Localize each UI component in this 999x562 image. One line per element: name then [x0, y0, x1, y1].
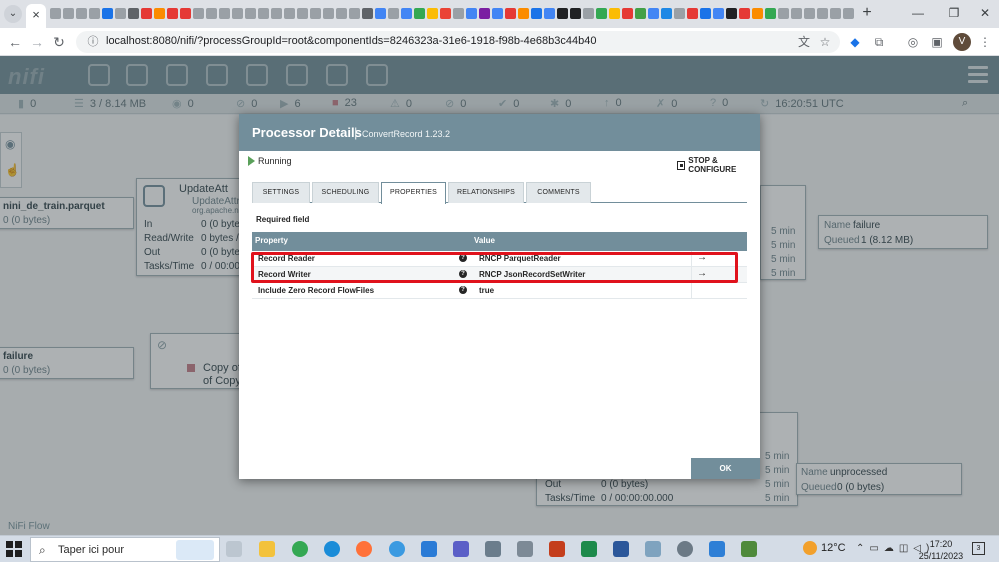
- taskbar-clock[interactable]: 17:20 25/11/2023: [918, 538, 964, 562]
- side-panel-icon[interactable]: ▣: [928, 33, 946, 51]
- tab-settings[interactable]: SETTINGS: [252, 182, 310, 203]
- tab-favicons[interactable]: [50, 6, 880, 22]
- word-icon[interactable]: [613, 541, 629, 557]
- reload-icon[interactable]: ↻: [50, 33, 68, 51]
- teams-icon[interactable]: [453, 541, 469, 557]
- tab-search-button[interactable]: ⌄: [4, 5, 22, 23]
- camera-icon[interactable]: [517, 541, 533, 557]
- windows-start-icon[interactable]: [6, 541, 22, 557]
- running-play-icon: [248, 156, 255, 166]
- back-arrow-icon[interactable]: ←: [6, 33, 24, 51]
- forward-arrow-icon[interactable]: →: [28, 33, 46, 51]
- annotation-highlight-box: [251, 252, 738, 283]
- translate-icon[interactable]: 文: [795, 33, 813, 51]
- task-view-icon[interactable]: [226, 541, 242, 557]
- help-icon[interactable]: ?: [459, 286, 467, 294]
- app-icon[interactable]: [709, 541, 725, 557]
- column-property: Property: [255, 236, 288, 245]
- tab-relationships[interactable]: RELATIONSHIPS: [448, 182, 524, 203]
- clock-date: 25/11/2023: [918, 551, 964, 561]
- weather-widget[interactable]: 12°C: [803, 541, 846, 555]
- dialog-subtitle: ConvertRecord 1.23.2: [362, 129, 451, 139]
- window-close-icon[interactable]: ✕: [975, 4, 995, 22]
- tab-comments[interactable]: COMMENTS: [526, 182, 591, 203]
- stop-configure-label: STOP & CONFIGURE: [688, 156, 737, 174]
- clock-time: 17:20: [929, 539, 953, 549]
- breadcrumb-nifi-flow[interactable]: NiFi Flow: [8, 521, 50, 532]
- window-minimize-icon[interactable]: —: [908, 4, 928, 22]
- bookmark-star-icon[interactable]: ☆: [816, 33, 834, 51]
- taskbar-search-box[interactable]: ⌕ Taper ici pour: [30, 537, 220, 562]
- media-icon[interactable]: ◎: [904, 33, 922, 51]
- app-icon[interactable]: [741, 541, 757, 557]
- site-info-icon[interactable]: ⓘ: [86, 35, 100, 49]
- stop-icon: [677, 160, 686, 170]
- chrome-icon[interactable]: [292, 541, 308, 557]
- title-separator: |: [354, 125, 358, 140]
- dialog-title: Processor Details: [252, 125, 362, 140]
- file-explorer-icon[interactable]: [259, 541, 275, 557]
- edge-icon[interactable]: [324, 541, 340, 557]
- extension-icon[interactable]: ◆: [846, 33, 864, 51]
- tab-properties[interactable]: PROPERTIES: [381, 182, 446, 204]
- processor-details-dialog: Processor Details | ConvertRecord 1.23.2…: [239, 114, 760, 479]
- column-divider: [691, 283, 692, 299]
- dialog-tabs: SETTINGS SCHEDULING PROPERTIES RELATIONS…: [252, 182, 747, 204]
- search-placeholder: Taper ici pour: [58, 544, 125, 556]
- browser-tab-strip: ⌄ × + — ❐ ✕: [0, 0, 999, 28]
- required-field-note: Required field: [256, 215, 310, 224]
- app-icon[interactable]: [389, 541, 405, 557]
- calculator-icon[interactable]: [485, 541, 501, 557]
- vscode-icon[interactable]: [421, 541, 437, 557]
- settings-icon[interactable]: [677, 541, 693, 557]
- project-icon[interactable]: [581, 541, 597, 557]
- stop-configure-button[interactable]: STOP & CONFIGURE: [677, 156, 760, 174]
- search-highlight-icon: [176, 540, 214, 560]
- temperature: 12°C: [821, 542, 846, 554]
- app-icon[interactable]: [645, 541, 661, 557]
- dialog-header: Processor Details | ConvertRecord 1.23.2: [239, 114, 760, 151]
- ok-button[interactable]: OK: [691, 458, 760, 479]
- search-icon: ⌕: [39, 543, 46, 557]
- new-tab-button[interactable]: +: [858, 4, 876, 22]
- powerpoint-icon[interactable]: [549, 541, 565, 557]
- windows-taskbar: ⌕ Taper ici pour 12°C ⌃▭☁◫◁) 17:20 25/11…: [0, 535, 999, 562]
- table-header: Property Value: [252, 232, 747, 251]
- active-tab-close-button[interactable]: ×: [26, 4, 46, 28]
- run-state: Running: [248, 156, 292, 166]
- address-bar[interactable]: ⓘ localhost:8080/nifi/?processGroupId=ro…: [76, 31, 840, 53]
- browser-toolbar: ← → ↻ ⓘ localhost:8080/nifi/?processGrou…: [0, 28, 999, 56]
- notification-center-icon[interactable]: 3: [972, 542, 985, 555]
- profile-avatar[interactable]: V: [953, 33, 971, 51]
- firefox-icon[interactable]: [356, 541, 372, 557]
- extensions-puzzle-icon[interactable]: ⧉: [870, 33, 888, 51]
- window-restore-icon[interactable]: ❐: [944, 4, 964, 22]
- tab-scheduling[interactable]: SCHEDULING: [312, 182, 379, 203]
- address-url[interactable]: localhost:8080/nifi/?processGroupId=root…: [106, 35, 596, 47]
- run-state-label: Running: [258, 156, 292, 166]
- weather-sun-icon: [803, 541, 817, 555]
- column-value: Value: [474, 236, 495, 245]
- property-value[interactable]: true: [479, 286, 494, 295]
- table-row-include-zero-record[interactable]: Include Zero Record FlowFiles ? true: [252, 283, 747, 299]
- property-name: Include Zero Record FlowFiles: [258, 286, 375, 295]
- browser-menu-icon[interactable]: ⋮: [976, 33, 994, 51]
